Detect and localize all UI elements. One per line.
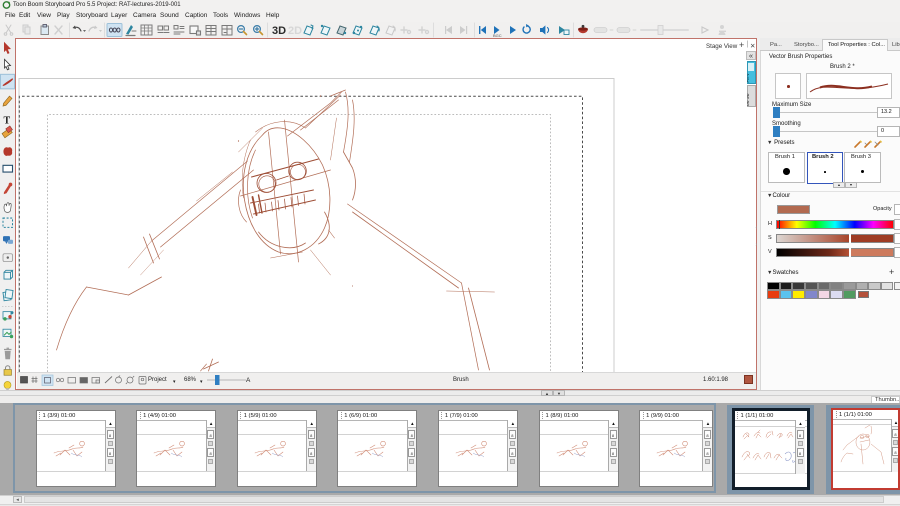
svg-text:T: T xyxy=(4,115,11,126)
svg-text:3D: 3D xyxy=(272,25,286,37)
svg-text:86 98: 86 98 xyxy=(747,93,751,106)
svg-text:A≡V: A≡V xyxy=(747,72,751,82)
svg-text:2D: 2D xyxy=(288,25,302,37)
